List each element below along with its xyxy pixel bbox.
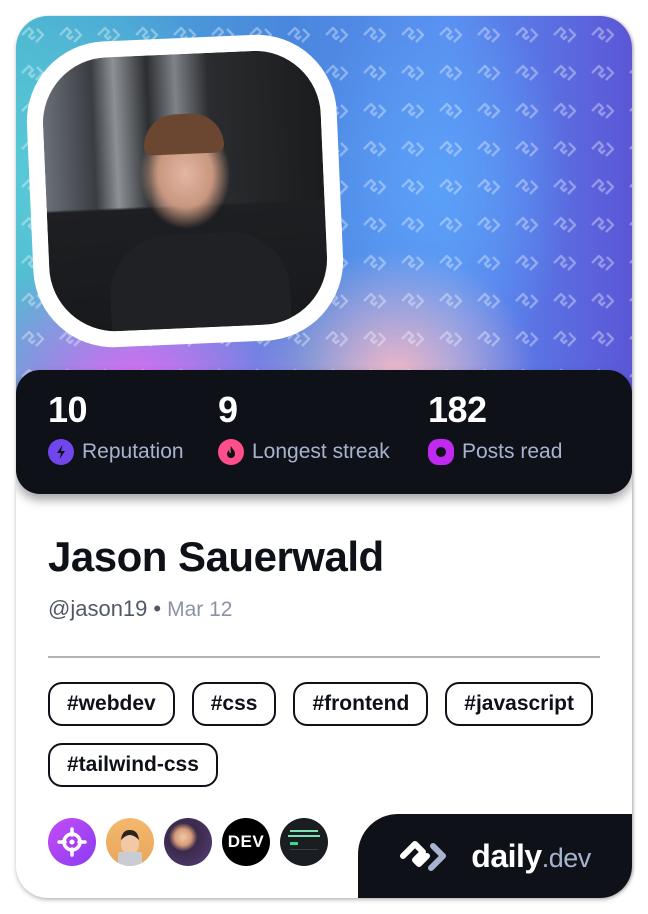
stat-label: Posts read [462, 440, 563, 463]
stat-label: Reputation [82, 440, 184, 463]
tag-frontend[interactable]: #frontend [293, 682, 429, 726]
stat-value: 182 [428, 389, 487, 430]
brand-footer: daily.dev [358, 814, 632, 898]
avatar-shirt [107, 229, 294, 334]
dev-to-source[interactable]: DEV [222, 818, 270, 866]
divider [48, 656, 600, 658]
flame-icon [218, 439, 244, 465]
stats-bar: 10 Reputation 9 Longest streak 182 Posts… [16, 370, 632, 494]
profile-meta: @jason19 • Mar 12 [48, 594, 232, 625]
brand-name: daily [471, 837, 542, 874]
stat-value: 10 [48, 389, 88, 430]
avatar [40, 48, 330, 334]
article-source[interactable] [280, 818, 328, 866]
crosshair-source[interactable] [48, 818, 96, 866]
article-thumbnail [288, 830, 320, 850]
tags-list: #webdev #css #frontend #javascript #tail… [48, 682, 608, 787]
eye-icon [428, 439, 454, 465]
person-source[interactable] [164, 818, 212, 866]
profile-name: Jason Sauerwald [48, 533, 384, 580]
devsquad-source[interactable] [106, 818, 154, 866]
brand-wordmark: daily.dev [471, 837, 592, 875]
profile-handle: @jason19 [48, 596, 148, 621]
avatar-frame [23, 31, 347, 351]
sources-list: DEV [48, 818, 328, 866]
lightning-icon [48, 439, 74, 465]
join-date: Mar 12 [167, 598, 233, 621]
tag-webdev[interactable]: #webdev [48, 682, 175, 726]
avatar-hair [142, 112, 225, 156]
stat-posts-read: 182 Posts read [428, 390, 562, 466]
tag-css[interactable]: #css [191, 682, 277, 726]
daily-dev-logo-icon [400, 841, 447, 871]
stat-reputation: 10 Reputation [48, 390, 184, 466]
devcard: 10 Reputation 9 Longest streak 182 Posts… [16, 16, 632, 898]
tag-javascript[interactable]: #javascript [445, 682, 594, 726]
cover-background [16, 16, 632, 416]
memoji-avatar [118, 830, 142, 866]
brand-tld: .dev [541, 842, 592, 873]
stat-label: Longest streak [252, 440, 390, 463]
stat-longest-streak: 9 Longest streak [218, 390, 390, 466]
tag-tailwind-css[interactable]: #tailwind-css [48, 743, 218, 787]
crosshair-icon [57, 827, 87, 857]
stat-value: 9 [218, 389, 238, 430]
separator-dot: • [153, 596, 162, 621]
